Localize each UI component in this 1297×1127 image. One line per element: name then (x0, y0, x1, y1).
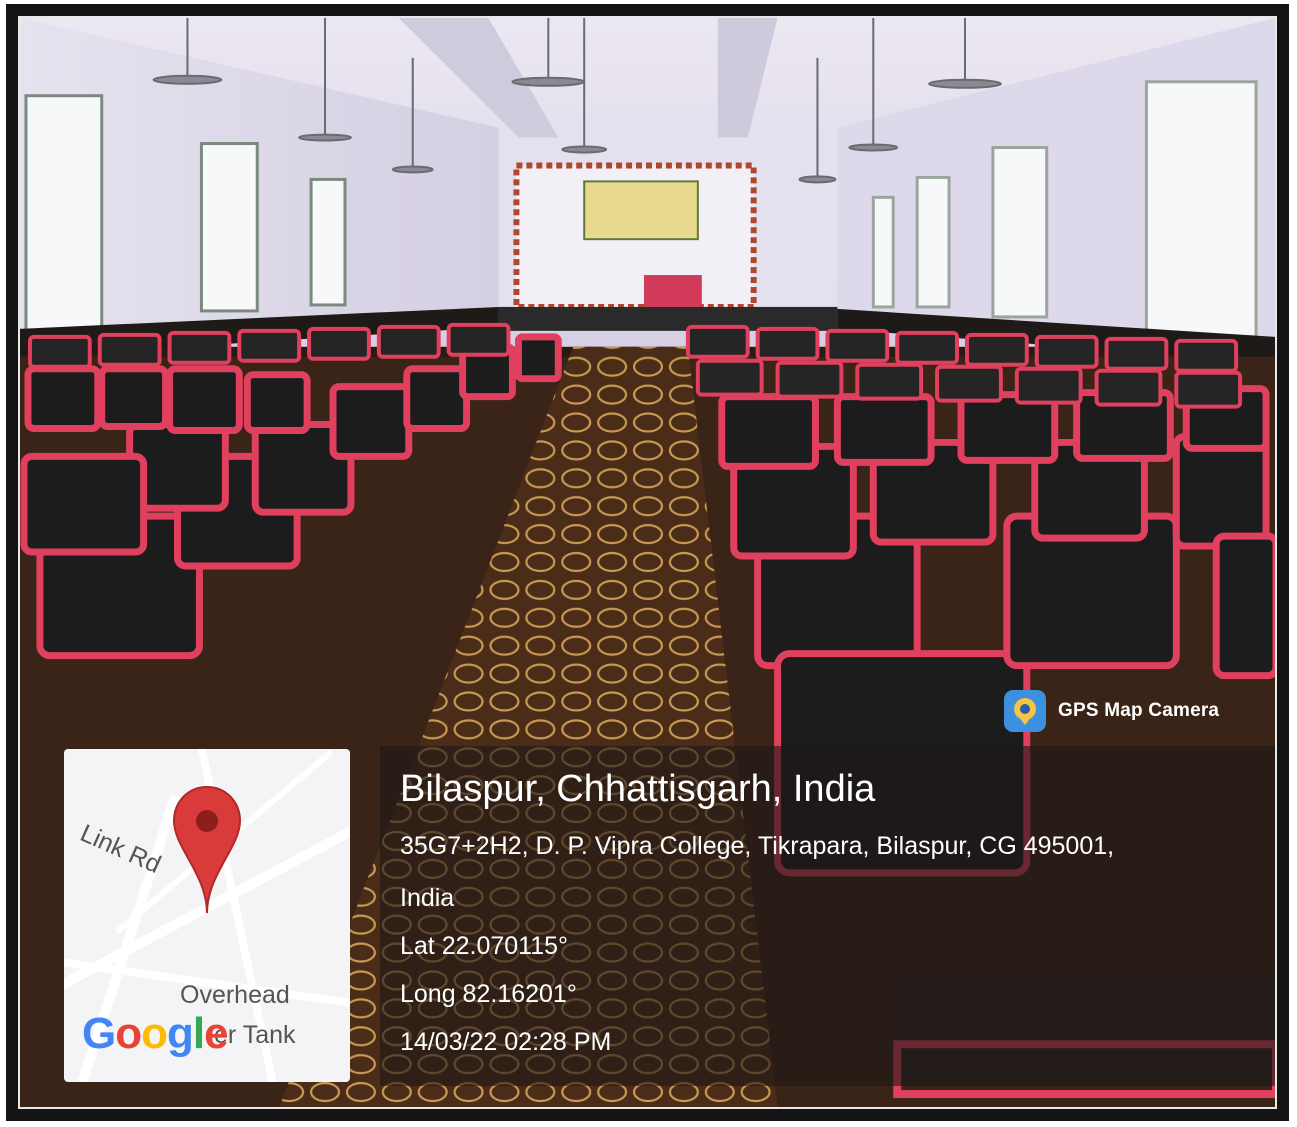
map-thumbnail: Link Rd Overhead er Tank Google (64, 749, 350, 1082)
gps-map-camera-icon (1004, 690, 1046, 732)
timestamp-text: 14/03/22 02:28 PM (400, 1028, 612, 1056)
latitude-text: Lat 22.070115° (400, 932, 569, 960)
map-road-label: Link Rd (76, 819, 165, 880)
photo-frame: GPS Map Camera Link Rd Overhead er Tank … (6, 4, 1289, 1121)
photo-border: GPS Map Camera Link Rd Overhead er Tank … (18, 16, 1277, 1109)
location-title: Bilaspur, Chhattisgarh, India (400, 768, 876, 810)
address-line-1: 35G7+2H2, D. P. Vipra College, Tikrapara… (400, 832, 1115, 860)
location-info-panel: Bilaspur, Chhattisgarh, India 35G7+2H2, … (380, 746, 1275, 1086)
location-pin-icon (172, 785, 242, 914)
address-line-2: India (400, 884, 455, 912)
gps-map-camera-badge: GPS Map Camera (1004, 690, 1219, 732)
longitude-text: Long 82.16201° (400, 980, 577, 1008)
map-landmark-line1: Overhead (180, 981, 290, 1009)
google-logo: Google (82, 1009, 229, 1058)
gps-map-camera-label: GPS Map Camera (1058, 700, 1220, 721)
